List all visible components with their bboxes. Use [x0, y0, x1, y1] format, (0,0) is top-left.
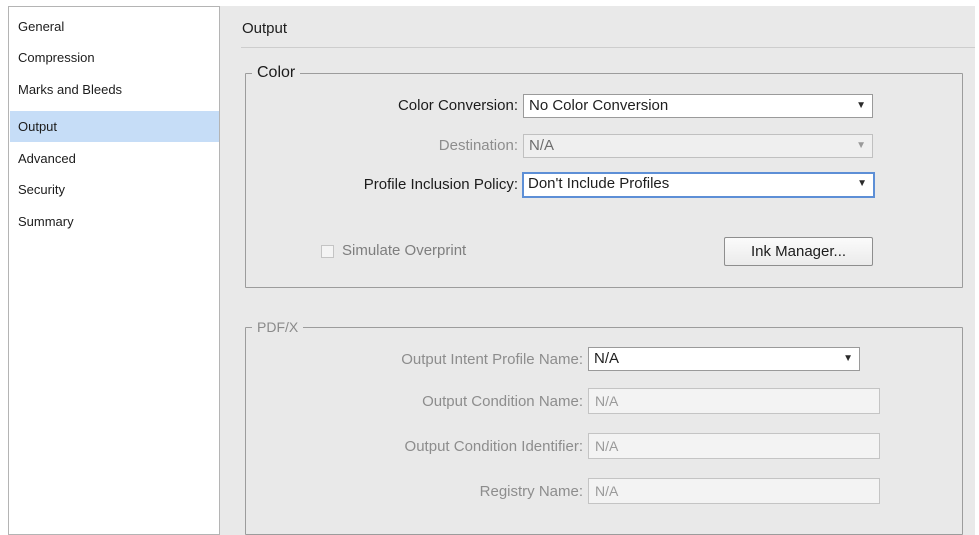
section-title: Output	[242, 20, 288, 37]
output-intent-select[interactable]: N/A ▼	[588, 347, 860, 371]
profile-inclusion-value: Don't Include Profiles	[528, 175, 670, 192]
destination-value: N/A	[529, 137, 555, 154]
output-condition-identifier-field[interactable]: N/A	[588, 433, 880, 459]
output-intent-value: N/A	[594, 350, 620, 367]
registry-name-label: Registry Name:	[479, 483, 583, 500]
sidebar-item-output[interactable]: Output	[10, 111, 219, 142]
sidebar-item-label: General	[18, 19, 65, 34]
color-conversion-label: Color Conversion:	[397, 97, 518, 114]
sidebar-item-summary[interactable]: Summary	[10, 206, 219, 237]
sidebar-item-label: Advanced	[18, 151, 76, 166]
pdfx-group-legend: PDF/X	[257, 319, 299, 335]
simulate-overprint-checkbox[interactable]	[321, 245, 334, 258]
sidebar-item-general[interactable]: General	[10, 11, 219, 42]
output-condition-name-field[interactable]: N/A	[588, 388, 880, 414]
sidebar-item-compression[interactable]: Compression	[10, 42, 219, 73]
sidebar-item-label: Security	[18, 182, 65, 197]
chevron-down-icon: ▼	[856, 100, 866, 111]
sidebar-item-label: Compression	[18, 50, 95, 65]
sidebar-item-advanced[interactable]: Advanced	[10, 143, 219, 174]
sidebar-item-label: Output	[18, 119, 58, 134]
section-divider	[241, 47, 975, 48]
destination-select[interactable]: N/A ▼	[523, 134, 873, 158]
simulate-overprint-label: Simulate Overprint	[342, 242, 467, 259]
color-group-legend: Color	[257, 64, 296, 81]
output-condition-identifier-label: Output Condition Identifier:	[404, 438, 583, 455]
chevron-down-icon: ▼	[857, 178, 867, 189]
output-condition-name-label: Output Condition Name:	[422, 393, 583, 410]
sidebar-item-label: Summary	[18, 214, 74, 229]
sidebar-item-label: Marks and Bleeds	[18, 82, 123, 97]
sidebar-item-marks-and-bleeds[interactable]: Marks and Bleeds	[10, 74, 219, 105]
pdf-export-dialog: General Compression Marks and Bleeds Out…	[8, 6, 975, 535]
destination-label: Destination:	[438, 137, 518, 154]
ink-manager-button[interactable]: Ink Manager...	[724, 237, 873, 266]
chevron-down-icon: ▼	[856, 140, 866, 151]
profile-inclusion-select[interactable]: Don't Include Profiles ▼	[522, 172, 875, 198]
color-conversion-value: No Color Conversion	[529, 97, 669, 114]
profile-inclusion-label: Profile Inclusion Policy:	[363, 176, 518, 193]
registry-name-field[interactable]: N/A	[588, 478, 880, 504]
chevron-down-icon: ▼	[843, 353, 853, 364]
output-intent-label: Output Intent Profile Name:	[401, 351, 583, 368]
color-conversion-select[interactable]: No Color Conversion ▼	[523, 94, 873, 118]
sidebar-item-security[interactable]: Security	[10, 174, 219, 205]
category-sidebar: General Compression Marks and Bleeds Out…	[8, 6, 220, 535]
